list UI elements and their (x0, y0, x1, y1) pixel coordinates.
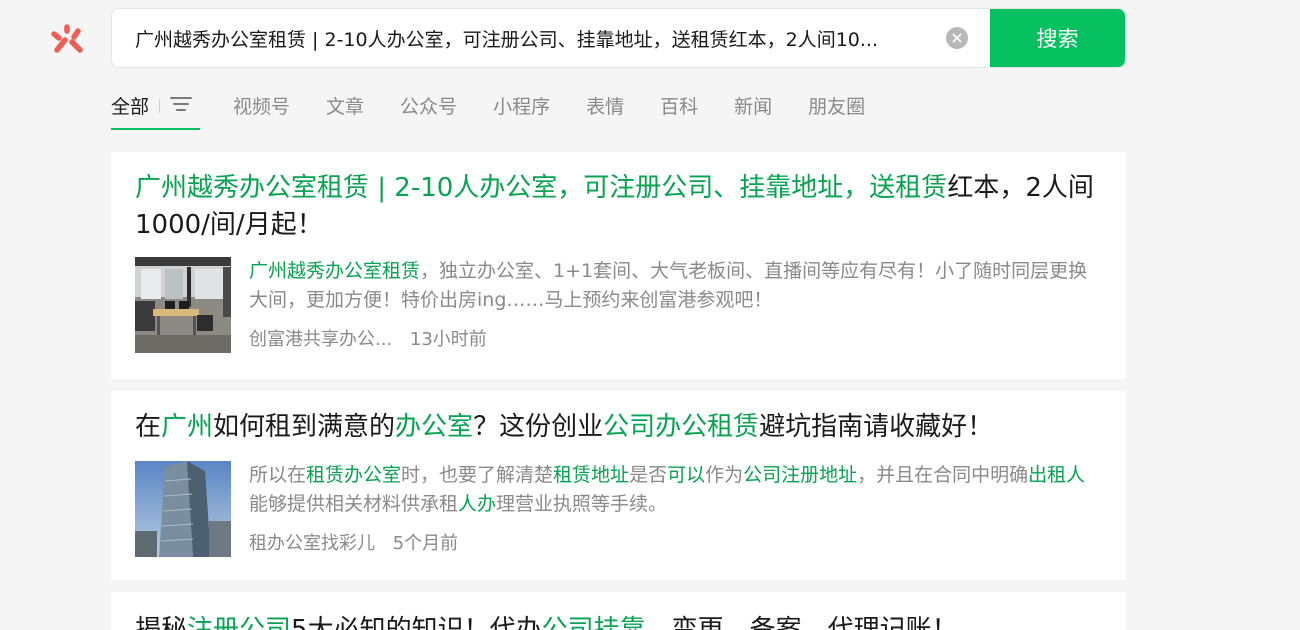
search-box: 搜索 (111, 8, 1126, 68)
highlighted-keyword: 可以 (667, 464, 706, 486)
text-segment: 揭秘 (135, 615, 188, 630)
result-thumbnail-office[interactable] (135, 257, 231, 353)
search-input[interactable] (112, 9, 946, 67)
tab-all[interactable]: 全部 (111, 84, 201, 130)
highlighted-keyword: 办公室 (395, 412, 474, 442)
result-meta: 创富港共享办公... 13小时前 (249, 325, 1102, 351)
text-segment: 避坑指南请收藏好！ (759, 412, 994, 442)
text-segment: 作为 (705, 464, 744, 486)
search-button[interactable]: 搜索 (990, 9, 1125, 67)
text-segment: 所以在 (249, 464, 307, 486)
text-segment: 时，也要了解清楚 (401, 464, 554, 486)
tab-stickers[interactable]: 表情 (586, 84, 624, 130)
search-result: 揭秘注册公司5大必知的知识！代办公司挂靠、变更、备案、代理记账！ (111, 592, 1126, 630)
tab-articles[interactable]: 文章 (326, 84, 364, 130)
tab-mini-programs[interactable]: 小程序 (493, 84, 550, 130)
highlighted-keyword: 注册公司 (187, 615, 292, 630)
result-title[interactable]: 揭秘注册公司5大必知的知识！代办公司挂靠、变更、备案、代理记账！ (135, 612, 1102, 630)
highlighted-keyword: 广州越秀办公室租赁 (249, 260, 421, 282)
result-description: 广州越秀办公室租赁，独立办公室、1+1套间、大气老板间、直播间等应有尽有！小了随… (249, 257, 1102, 315)
clear-icon[interactable] (946, 27, 968, 49)
highlighted-keyword: 租赁地址 (553, 464, 630, 486)
result-title[interactable]: 广州越秀办公室租赁 | 2-10人办公室，可注册公司、挂靠地址，送租赁红本，2人… (135, 170, 1102, 244)
search-tabs: 全部 视频号 文章 公众号 小程序 表情 百科 新闻 朋友圈 (111, 84, 901, 130)
text-segment: 5大必知的知识！代办 (291, 615, 542, 630)
text-segment: ，并且在合同中明确 (857, 464, 1029, 486)
result-time: 5个月前 (392, 533, 459, 554)
search-result: 广州越秀办公室租赁 | 2-10人办公室，可注册公司、挂靠地址，送租赁红本，2人… (111, 152, 1126, 379)
result-meta: 租办公室找彩儿 5个月前 (249, 529, 1102, 555)
highlighted-keyword: 人办 (458, 493, 497, 515)
result-title[interactable]: 在广州如何租到满意的办公室？这份创业公司办公租赁避坑指南请收藏好！ (135, 409, 1102, 446)
highlighted-keyword: 公司挂靠 (541, 615, 646, 630)
tab-video[interactable]: 视频号 (233, 84, 290, 130)
highlighted-keyword: 公司注册地址 (743, 464, 858, 486)
tab-news[interactable]: 新闻 (734, 84, 772, 130)
highlighted-keyword: 广州 (161, 412, 214, 442)
text-segment: 能够提供相关材料供承租 (249, 493, 459, 515)
result-source[interactable]: 租办公室找彩儿 (249, 533, 375, 554)
tab-divider (159, 99, 161, 113)
text-segment: 、变更、备案、代理记账！ (645, 615, 958, 630)
wechat-search-logo-icon[interactable] (44, 14, 94, 64)
highlighted-keyword: 广州越秀办公室租赁 | 2-10人办公室，可注册公司、挂靠地址，送租赁 (135, 173, 948, 203)
tab-official-accounts[interactable]: 公众号 (400, 84, 457, 130)
search-result: 在广州如何租到满意的办公室？这份创业公司办公租赁避坑指南请收藏好！ 所以在租赁办… (111, 391, 1126, 580)
highlighted-keyword: 租赁办公室 (306, 464, 402, 486)
result-time: 13小时前 (409, 329, 487, 350)
result-source[interactable]: 创富港共享办公... (249, 329, 392, 350)
result-thumbnail-building[interactable] (135, 461, 231, 557)
text-segment: 在 (135, 412, 162, 442)
result-description: 所以在租赁办公室时，也要了解清楚租赁地址是否可以作为公司注册地址，并且在合同中明… (249, 461, 1102, 519)
text-segment: 如何租到满意的 (213, 412, 396, 442)
text-segment: 理营业执照等手续。 (496, 493, 668, 515)
filter-icon[interactable] (170, 94, 193, 114)
text-segment: ？这份创业 (473, 412, 604, 442)
highlighted-keyword: 出租人 (1028, 464, 1086, 486)
highlighted-keyword: 公司办公租赁 (603, 412, 760, 442)
tab-encyclopedia[interactable]: 百科 (660, 84, 698, 130)
text-segment: 是否 (629, 464, 668, 486)
tab-label: 全部 (111, 96, 150, 118)
tab-moments[interactable]: 朋友圈 (808, 84, 865, 130)
